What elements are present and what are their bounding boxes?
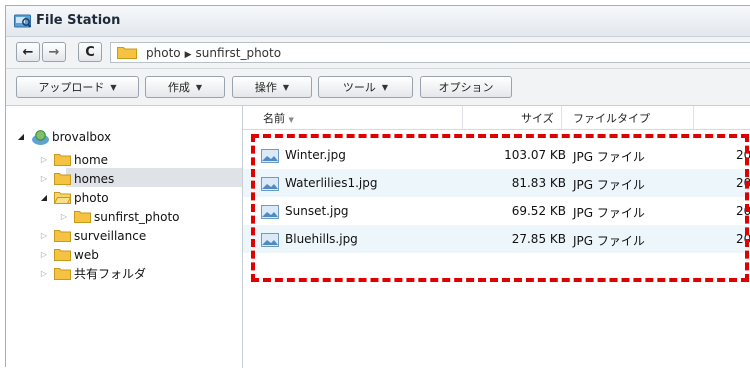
folder-icon — [54, 268, 71, 280]
navigation-bar: ← → C photo ▶ sunfirst_photo — [6, 37, 750, 69]
chevron-down-icon: ▼ — [195, 82, 203, 92]
chevron-down-icon: ▼ — [282, 82, 290, 92]
expand-arrow-icon[interactable]: ▷ — [39, 231, 49, 240]
folder-icon — [54, 249, 71, 261]
folder-icon — [74, 211, 91, 223]
chevron-down-icon: ▼ — [110, 82, 117, 92]
column-header-size[interactable]: サイズ — [521, 110, 554, 126]
toolbar: アップロード ▼ 作成 ▼ 操作 ▼ ツール ▼ オプション — [6, 69, 750, 106]
options-button[interactable]: オプション — [420, 76, 512, 98]
back-arrow-icon: ← — [22, 44, 34, 60]
tree-item-label: web — [74, 247, 99, 262]
tools-label: ツール — [342, 81, 376, 94]
tools-button[interactable]: ツール ▼ — [318, 76, 413, 98]
tree-item-surveillance[interactable]: ▷ surveillance — [39, 226, 146, 245]
expand-arrow-icon[interactable]: ▷ — [39, 155, 49, 164]
breadcrumb-root[interactable]: photo — [146, 46, 181, 60]
create-label: 作成 — [167, 81, 190, 94]
tree-item-homes[interactable]: ▷ homes — [39, 169, 114, 188]
options-label: オプション — [438, 81, 494, 94]
expand-arrow-icon[interactable]: ▷ — [39, 250, 49, 259]
expand-arrow-icon[interactable]: ▷ — [59, 212, 69, 221]
folder-icon — [54, 230, 71, 242]
tree-item-shared-folder[interactable]: ▷ 共有フォルダ — [39, 264, 146, 283]
column-divider[interactable] — [462, 106, 463, 129]
action-label: 操作 — [254, 81, 277, 94]
tree-item-label: home — [74, 152, 109, 167]
expand-arrow-icon[interactable]: ▷ — [39, 174, 49, 183]
expand-arrow-icon[interactable]: ▷ — [39, 269, 49, 278]
create-button[interactable]: 作成 ▼ — [145, 76, 225, 98]
forward-button[interactable]: → — [42, 42, 66, 62]
tree-item-label: photo — [74, 190, 109, 205]
column-header-name[interactable]: 名前 ▼ — [263, 110, 294, 126]
chevron-down-icon: ▼ — [381, 82, 389, 92]
tree-item-sunfirst-photo[interactable]: ▷ sunfirst_photo — [59, 207, 180, 226]
column-divider[interactable] — [561, 106, 562, 129]
sort-down-icon: ▼ — [288, 116, 294, 124]
tree-item-photo[interactable]: ◢ photo — [39, 188, 109, 207]
tree-item-label: homes — [74, 171, 115, 186]
breadcrumb-separator-icon: ▶ — [184, 50, 192, 60]
collapse-arrow-icon[interactable]: ◢ — [39, 193, 49, 202]
tree-item-home[interactable]: ▷ home — [39, 150, 108, 169]
action-button[interactable]: 操作 ▼ — [232, 76, 312, 98]
path-bar[interactable]: photo ▶ sunfirst_photo — [110, 42, 750, 63]
upload-label: アップロード — [38, 81, 105, 94]
annotation-highlight-box — [251, 134, 749, 282]
breadcrumb: photo ▶ sunfirst_photo — [146, 46, 281, 60]
refresh-button[interactable]: C — [78, 42, 102, 62]
window-title: File Station — [36, 13, 121, 28]
tree-root[interactable]: ◢ brovalbox — [16, 127, 111, 146]
tree-root-label: brovalbox — [52, 129, 112, 144]
tree-item-label: 共有フォルダ — [74, 267, 147, 281]
breadcrumb-current[interactable]: sunfirst_photo — [196, 46, 282, 60]
tree-item-web[interactable]: ▷ web — [39, 245, 99, 264]
title-bar: File Station — [6, 6, 750, 37]
folder-icon — [54, 154, 71, 166]
file-station-icon — [14, 14, 31, 28]
forward-arrow-icon: → — [48, 44, 60, 60]
folder-icon — [117, 47, 137, 59]
back-button[interactable]: ← — [16, 42, 40, 62]
folder-icon — [54, 173, 71, 185]
list-header: 名前 ▼ サイズ ファイルタイプ — [243, 106, 750, 130]
open-folder-icon — [54, 192, 71, 204]
upload-button[interactable]: アップロード ▼ — [16, 76, 139, 98]
column-divider[interactable] — [693, 106, 694, 129]
server-icon — [32, 129, 49, 145]
expand-arrow-icon[interactable]: ◢ — [16, 132, 26, 141]
tree-item-label: surveillance — [74, 228, 147, 243]
column-header-type[interactable]: ファイルタイプ — [573, 110, 650, 126]
tree-item-label: sunfirst_photo — [94, 209, 180, 224]
refresh-icon: C — [85, 44, 95, 60]
